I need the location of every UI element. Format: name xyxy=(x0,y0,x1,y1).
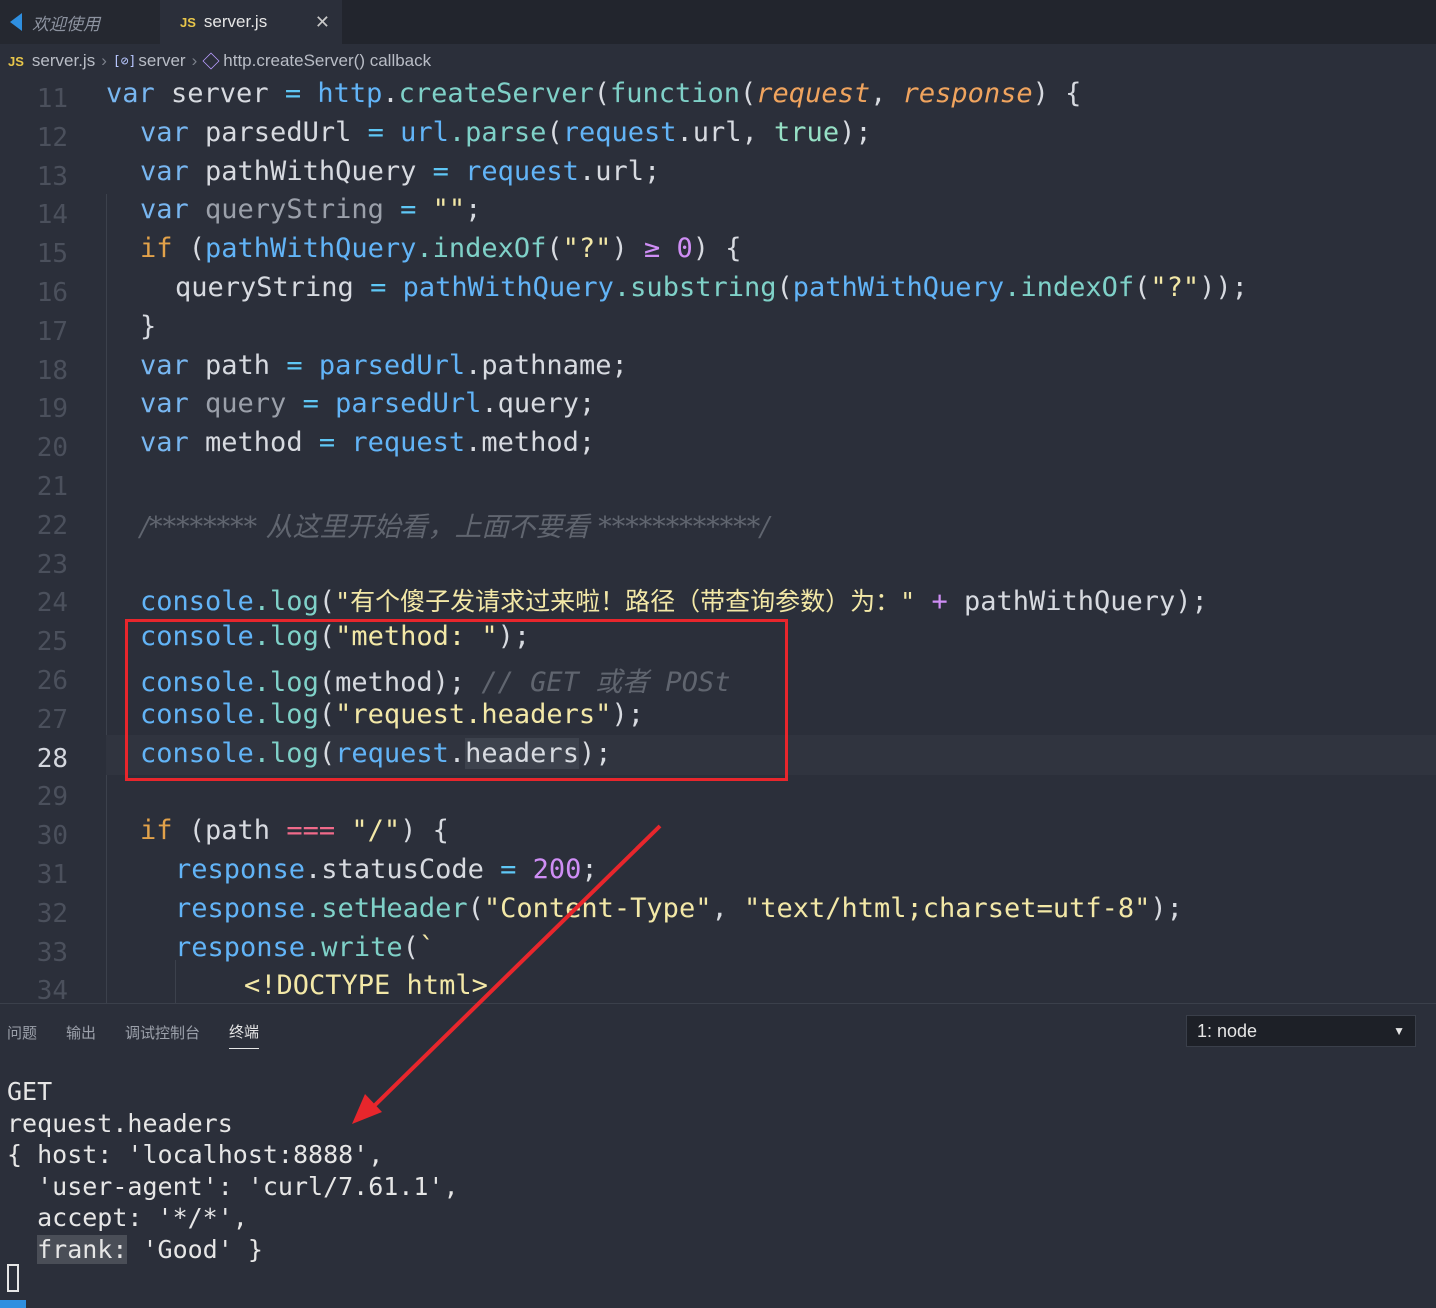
line-number: 16 xyxy=(36,278,68,308)
code-line-32[interactable]: response.setHeader("Content-Type", "text… xyxy=(175,893,1183,924)
code-line-26[interactable]: console.log(method); // GET 或者 POSt xyxy=(140,660,730,699)
code-line-14[interactable]: var queryString = ""; xyxy=(140,194,481,225)
terminal-line: 'user-agent': 'curl/7.61.1', xyxy=(7,1171,459,1201)
terminal-line: request.headers xyxy=(7,1108,233,1138)
indent-guide xyxy=(175,960,176,1003)
terminal-select[interactable]: 1: node ▼ xyxy=(1186,1015,1416,1047)
method-cube-icon xyxy=(202,52,220,70)
js-file-icon: JS xyxy=(8,53,24,69)
breadcrumb-file-label: server.js xyxy=(31,51,96,70)
breadcrumb: JS server.js › [⊘] server › http.createS… xyxy=(0,44,1436,78)
line-number: 28 xyxy=(36,743,68,774)
line-number: 12 xyxy=(36,122,68,153)
line-number: 21 xyxy=(36,472,68,502)
variable-icon: [⊘] xyxy=(112,53,137,69)
line-number: 24 xyxy=(36,588,68,619)
code-line-18[interactable]: var path = parsedUrl.pathname; xyxy=(140,350,628,381)
code-line-16[interactable]: queryString = pathWithQuery.substring(pa… xyxy=(175,272,1248,303)
line-number: 34 xyxy=(36,976,68,1003)
chevron-right-icon: › xyxy=(191,51,198,70)
tab-terminal[interactable]: 终端 xyxy=(229,1015,260,1049)
line-number: 29 xyxy=(36,782,68,813)
terminal-selected-text: frank: xyxy=(37,1234,128,1264)
code-line-27[interactable]: console.log("request.headers"); xyxy=(140,699,644,730)
vscode-logo-icon xyxy=(10,13,24,31)
code-line-12[interactable]: var parsedUrl = url.parse(request.url, t… xyxy=(140,117,872,148)
breadcrumb-variable-label: server xyxy=(138,51,186,70)
code-line-31[interactable]: response.statusCode = 200; xyxy=(175,854,598,885)
code-line-22[interactable]: /******** 从这里开始看，上面不要看 ************/ xyxy=(140,505,769,544)
panel-tabs: 问题 输出 调试控制台 终端 xyxy=(0,1004,288,1060)
terminal-cursor xyxy=(7,1264,19,1292)
terminal-select-value: 1: node xyxy=(1197,1020,1258,1041)
line-number: 17 xyxy=(36,316,68,347)
line-number: 30 xyxy=(36,821,68,852)
line-number: 22 xyxy=(36,510,68,541)
code-line-20[interactable]: var method = request.method; xyxy=(140,427,595,458)
line-number: 20 xyxy=(36,433,68,464)
terminal-line: accept: '*/*', xyxy=(7,1203,248,1232)
line-number: 14 xyxy=(36,200,68,231)
code-line-15[interactable]: if (pathWithQuery.indexOf("?") ≥ 0) { xyxy=(140,233,742,264)
terminal-line: { host: 'localhost:8888', xyxy=(7,1140,384,1169)
breadcrumb-callback-label: http.createServer() callback xyxy=(223,51,432,70)
code-line-13[interactable]: var pathWithQuery = request.url; xyxy=(140,156,660,187)
terminal-indent xyxy=(7,1235,37,1264)
chevron-right-icon: › xyxy=(101,51,107,70)
code-line-19[interactable]: var query = parsedUrl.query; xyxy=(140,388,595,419)
caret-down-icon: ▼ xyxy=(1393,1024,1405,1038)
editor-window: 欢迎使用 JS server.js ✕ JS server.js › [⊘] s… xyxy=(0,0,1436,1308)
code-line-30[interactable]: if (path === "/") { xyxy=(140,815,449,846)
status-bar-indicator xyxy=(0,1300,26,1308)
line-number: 33 xyxy=(36,937,68,968)
tab-output[interactable]: 输出 xyxy=(66,1016,96,1049)
breadcrumb-variable[interactable]: [⊘] server xyxy=(113,51,186,71)
code-line-17[interactable]: } xyxy=(140,311,156,342)
terminal-text: 'Good' } xyxy=(127,1234,263,1264)
code-line-24[interactable]: console.log("有个傻子发请求过来啦！路径（带查询参数）为：" + p… xyxy=(140,582,1208,618)
line-number: 27 xyxy=(36,704,68,735)
line-number: 23 xyxy=(36,549,68,580)
breadcrumb-file[interactable]: JS server.js xyxy=(8,51,95,71)
code-line-28[interactable]: console.log(request.headers); xyxy=(140,737,611,769)
line-number: 32 xyxy=(36,898,68,929)
bottom-panel: 问题 输出 调试控制台 终端 1: node ▼ GET request.head… xyxy=(0,1003,1436,1308)
breadcrumb-callback[interactable]: http.createServer() callback xyxy=(202,51,432,71)
line-number: 15 xyxy=(36,239,68,270)
close-icon[interactable]: ✕ xyxy=(315,12,330,33)
indent-guide xyxy=(106,194,107,1003)
line-number: 26 xyxy=(36,666,68,696)
code-line-25[interactable]: console.log("method: "); xyxy=(140,621,530,652)
code-editor[interactable]: 11 12 13 14 15 16 17 18 19 20 21 22 23 24 25 26 27 28 29 30… xyxy=(0,78,1436,1003)
line-number: 11 xyxy=(36,84,68,114)
terminal-line: GET xyxy=(7,1077,53,1106)
terminal-line: frank: 'Good' } xyxy=(7,1234,459,1266)
tab-server-js-label: server.js xyxy=(203,12,268,31)
line-number: 25 xyxy=(36,627,68,658)
terminal-output[interactable]: GET request.headers{ host: 'localhost:888… xyxy=(7,1076,459,1265)
tab-problems[interactable]: 问题 xyxy=(7,1016,37,1049)
code-line-11[interactable]: var server = http.createServer(function(… xyxy=(106,78,1081,109)
code-line-33[interactable]: response.write(` xyxy=(175,932,435,963)
code-line-34[interactable]: <!DOCTYPE html> xyxy=(244,970,488,1001)
tab-debug-console[interactable]: 调试控制台 xyxy=(125,1016,200,1049)
tab-welcome-label: 欢迎使用 xyxy=(32,14,100,34)
line-number: 18 xyxy=(36,355,68,386)
line-number: 19 xyxy=(36,394,68,425)
line-number: 31 xyxy=(36,860,68,890)
line-number: 13 xyxy=(36,161,68,192)
tab-bar: 欢迎使用 JS server.js ✕ xyxy=(0,0,1436,44)
js-file-icon: JS xyxy=(180,14,196,30)
tab-server-js[interactable]: JS server.js ✕ xyxy=(160,0,342,44)
tab-welcome[interactable]: 欢迎使用 xyxy=(0,0,160,44)
